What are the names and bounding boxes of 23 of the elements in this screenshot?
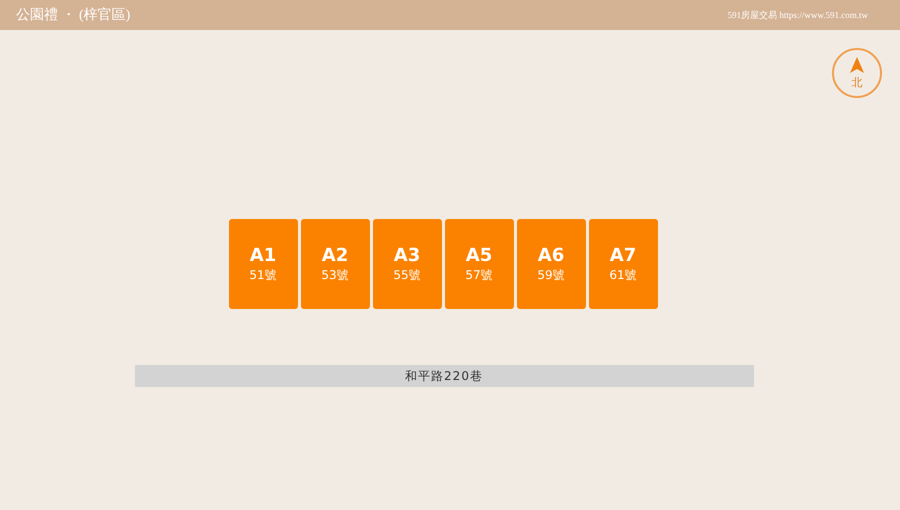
unit-number: 61號 — [609, 267, 637, 283]
unit-code: A6 — [538, 245, 564, 267]
unit-tile[interactable]: A7 61號 — [588, 219, 658, 309]
unit-code: A5 — [466, 245, 492, 267]
unit-code: A1 — [250, 245, 276, 267]
unit-tile[interactable]: A5 57號 — [444, 219, 514, 309]
unit-number: 53號 — [321, 267, 349, 283]
road-label: 和平路220巷 — [134, 365, 754, 387]
compass-label: 北 — [852, 74, 862, 90]
unit-tile[interactable]: A3 55號 — [372, 219, 442, 309]
unit-code: A7 — [610, 245, 636, 267]
unit-tile[interactable]: A1 51號 — [228, 219, 298, 309]
page-title: 公園禮 ・ (梓官區) — [16, 6, 130, 24]
unit-number: 55號 — [393, 267, 421, 283]
unit-tile[interactable]: A2 53號 — [300, 219, 370, 309]
unit-code: A2 — [322, 245, 348, 267]
unit-number: 51號 — [249, 267, 277, 283]
unit-tile[interactable]: A6 59號 — [516, 219, 586, 309]
north-arrow-icon — [850, 56, 864, 72]
site-label: 591房屋交易 https://www.591.com.tw — [728, 8, 868, 22]
unit-code: A3 — [394, 245, 420, 267]
unit-number: 57號 — [465, 267, 493, 283]
unit-number: 59號 — [537, 267, 565, 283]
